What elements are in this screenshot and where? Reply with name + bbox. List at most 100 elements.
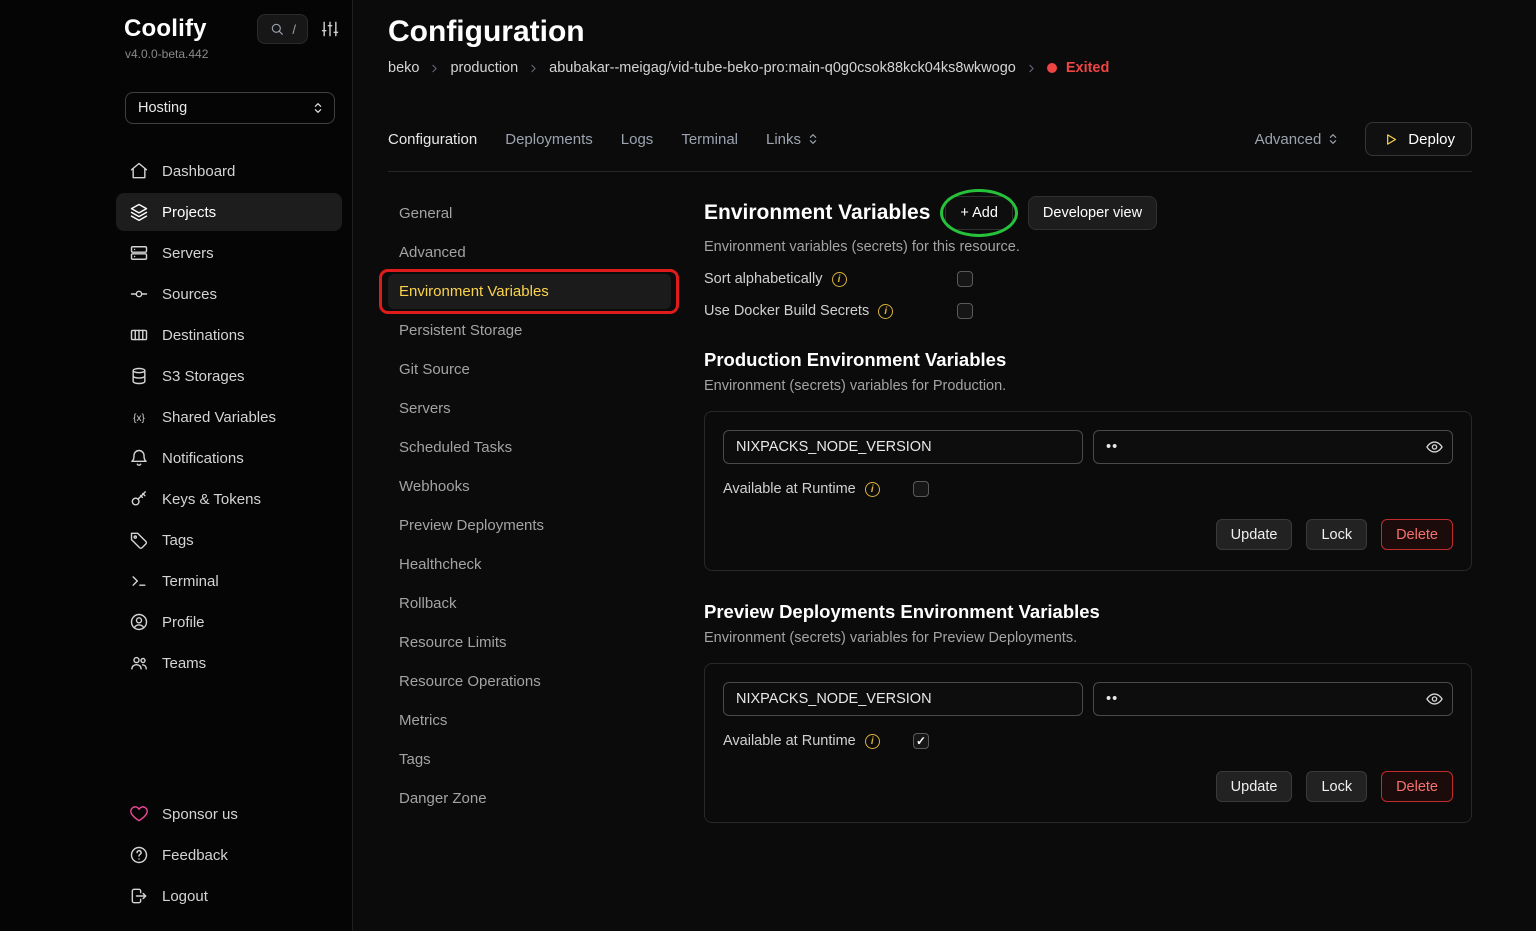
sidebar-item-label: Sources — [162, 286, 217, 303]
global-settings-button[interactable] — [318, 17, 342, 41]
subnav-resource-limits[interactable]: Resource Limits — [388, 625, 671, 660]
deploy-button[interactable]: Deploy — [1365, 122, 1472, 156]
info-icon: i — [865, 734, 880, 749]
sidebar-item-dashboard[interactable]: Dashboard — [116, 152, 342, 190]
sort-alphabetically-checkbox[interactable] — [957, 271, 973, 287]
tab-links[interactable]: Links — [766, 131, 821, 148]
production-env-subtitle: Environment (secrets) variables for Prod… — [704, 378, 1472, 394]
sidebar-item-label: Shared Variables — [162, 409, 276, 426]
subnav-persistent-storage[interactable]: Persistent Storage — [388, 313, 671, 348]
reveal-value-button[interactable] — [1425, 438, 1444, 457]
sidebar-item-label: Notifications — [162, 450, 244, 467]
lock-button[interactable]: Lock — [1306, 771, 1367, 802]
breadcrumb-project[interactable]: beko — [388, 60, 419, 76]
docker-build-secrets-checkbox[interactable] — [957, 303, 973, 319]
advanced-label: Advanced — [1255, 131, 1322, 148]
docker-build-secrets-label: Use Docker Build Secrets — [704, 303, 869, 319]
subnav-git-source[interactable]: Git Source — [388, 352, 671, 387]
sidebar-item-s3-storages[interactable]: S3 Storages — [116, 357, 342, 395]
sidebar-item-terminal[interactable]: Terminal — [116, 562, 342, 600]
database-icon — [129, 366, 149, 386]
tab-configuration[interactable]: Configuration — [388, 131, 477, 148]
sidebar-item-shared-variables[interactable]: {x} Shared Variables — [116, 398, 342, 436]
terminal-icon — [129, 571, 149, 591]
sidebar-item-logout[interactable]: Logout — [116, 877, 342, 915]
sidebar-nav: Dashboard Projects Servers Sources — [116, 152, 342, 682]
sidebar-item-notifications[interactable]: Notifications — [116, 439, 342, 477]
info-icon: i — [865, 482, 880, 497]
tab-deployments[interactable]: Deployments — [505, 131, 593, 148]
subnav-webhooks[interactable]: Webhooks — [388, 469, 671, 504]
add-variable-button[interactable]: + Add — [945, 196, 1013, 230]
runtime-checkbox[interactable] — [913, 481, 929, 497]
subnav-danger-zone[interactable]: Danger Zone — [388, 781, 671, 816]
variable-name-input[interactable] — [723, 682, 1083, 716]
sidebar-item-tags[interactable]: Tags — [116, 521, 342, 559]
runtime-checkbox[interactable] — [913, 733, 929, 749]
sidebar-item-projects[interactable]: Projects — [116, 193, 342, 231]
chevron-right-icon — [428, 62, 441, 75]
sidebar-item-sources[interactable]: Sources — [116, 275, 342, 313]
sidebar-item-label: S3 Storages — [162, 368, 245, 385]
sidebar-item-label: Projects — [162, 204, 216, 221]
variable-icon: {x} — [129, 407, 149, 427]
sidebar-item-destinations[interactable]: Destinations — [116, 316, 342, 354]
play-icon — [1382, 131, 1399, 148]
developer-view-button[interactable]: Developer view — [1028, 196, 1157, 230]
sidebar-item-profile[interactable]: Profile — [116, 603, 342, 641]
sidebar-item-servers[interactable]: Servers — [116, 234, 342, 272]
subnav-rollback[interactable]: Rollback — [388, 586, 671, 621]
delete-button[interactable]: Delete — [1381, 771, 1453, 802]
subnav-environment-variables[interactable]: Environment Variables — [388, 274, 671, 309]
lock-button[interactable]: Lock — [1306, 519, 1367, 550]
advanced-dropdown[interactable]: Advanced — [1255, 131, 1342, 148]
chevron-updown-icon — [310, 100, 326, 116]
search-button[interactable]: / — [257, 14, 308, 44]
update-button[interactable]: Update — [1216, 771, 1293, 802]
subnav-resource-operations[interactable]: Resource Operations — [388, 664, 671, 699]
variable-value-input[interactable] — [1093, 682, 1453, 716]
delete-button[interactable]: Delete — [1381, 519, 1453, 550]
chevron-right-icon — [1025, 62, 1038, 75]
breadcrumb-environment[interactable]: production — [450, 60, 518, 76]
subnav-servers[interactable]: Servers — [388, 391, 671, 426]
search-icon — [269, 21, 285, 37]
subnav-scheduled-tasks[interactable]: Scheduled Tasks — [388, 430, 671, 465]
runtime-label: Available at Runtime — [723, 733, 856, 749]
sidebar-item-feedback[interactable]: Feedback — [116, 836, 342, 874]
subnav-environment-variables-label: Environment Variables — [399, 283, 549, 300]
layers-icon — [129, 202, 149, 222]
subnav-metrics[interactable]: Metrics — [388, 703, 671, 738]
subnav-tags[interactable]: Tags — [388, 742, 671, 777]
main-content: Configuration beko production abubakar--… — [353, 0, 1536, 931]
home-icon — [129, 161, 149, 181]
variable-value-input[interactable] — [1093, 430, 1453, 464]
subnav-preview-deployments[interactable]: Preview Deployments — [388, 508, 671, 543]
workspace-select[interactable]: Hosting — [125, 92, 335, 124]
info-icon: i — [832, 272, 847, 287]
subnav-healthcheck[interactable]: Healthcheck — [388, 547, 671, 582]
sort-alphabetically-label: Sort alphabetically — [704, 271, 823, 287]
git-commit-icon — [129, 284, 149, 304]
sidebar-item-label: Feedback — [162, 847, 228, 864]
heart-icon — [129, 804, 149, 824]
tab-terminal[interactable]: Terminal — [681, 131, 738, 148]
variable-name-input[interactable] — [723, 430, 1083, 464]
subnav-advanced[interactable]: Advanced — [388, 235, 671, 270]
sidebar-item-teams[interactable]: Teams — [116, 644, 342, 682]
sidebar-item-label: Logout — [162, 888, 208, 905]
server-icon — [129, 243, 149, 263]
sidebar-item-label: Teams — [162, 655, 206, 672]
sidebar-item-keys-tokens[interactable]: Keys & Tokens — [116, 480, 342, 518]
tab-logs[interactable]: Logs — [621, 131, 654, 148]
tab-bar: Configuration Deployments Logs Terminal … — [388, 122, 1472, 172]
preview-variable-card: Available at Runtime i Update Lock Delet… — [704, 663, 1472, 823]
reveal-value-button[interactable] — [1425, 690, 1444, 709]
config-subnav: General Advanced Environment Variables P… — [388, 196, 671, 823]
user-circle-icon — [129, 612, 149, 632]
breadcrumb-resource[interactable]: abubakar--meigag/vid-tube-beko-pro:main-… — [549, 60, 1016, 76]
update-button[interactable]: Update — [1216, 519, 1293, 550]
subnav-general[interactable]: General — [388, 196, 671, 231]
sidebar-item-sponsor[interactable]: Sponsor us — [116, 795, 342, 833]
breadcrumb: beko production abubakar--meigag/vid-tub… — [388, 60, 1472, 76]
